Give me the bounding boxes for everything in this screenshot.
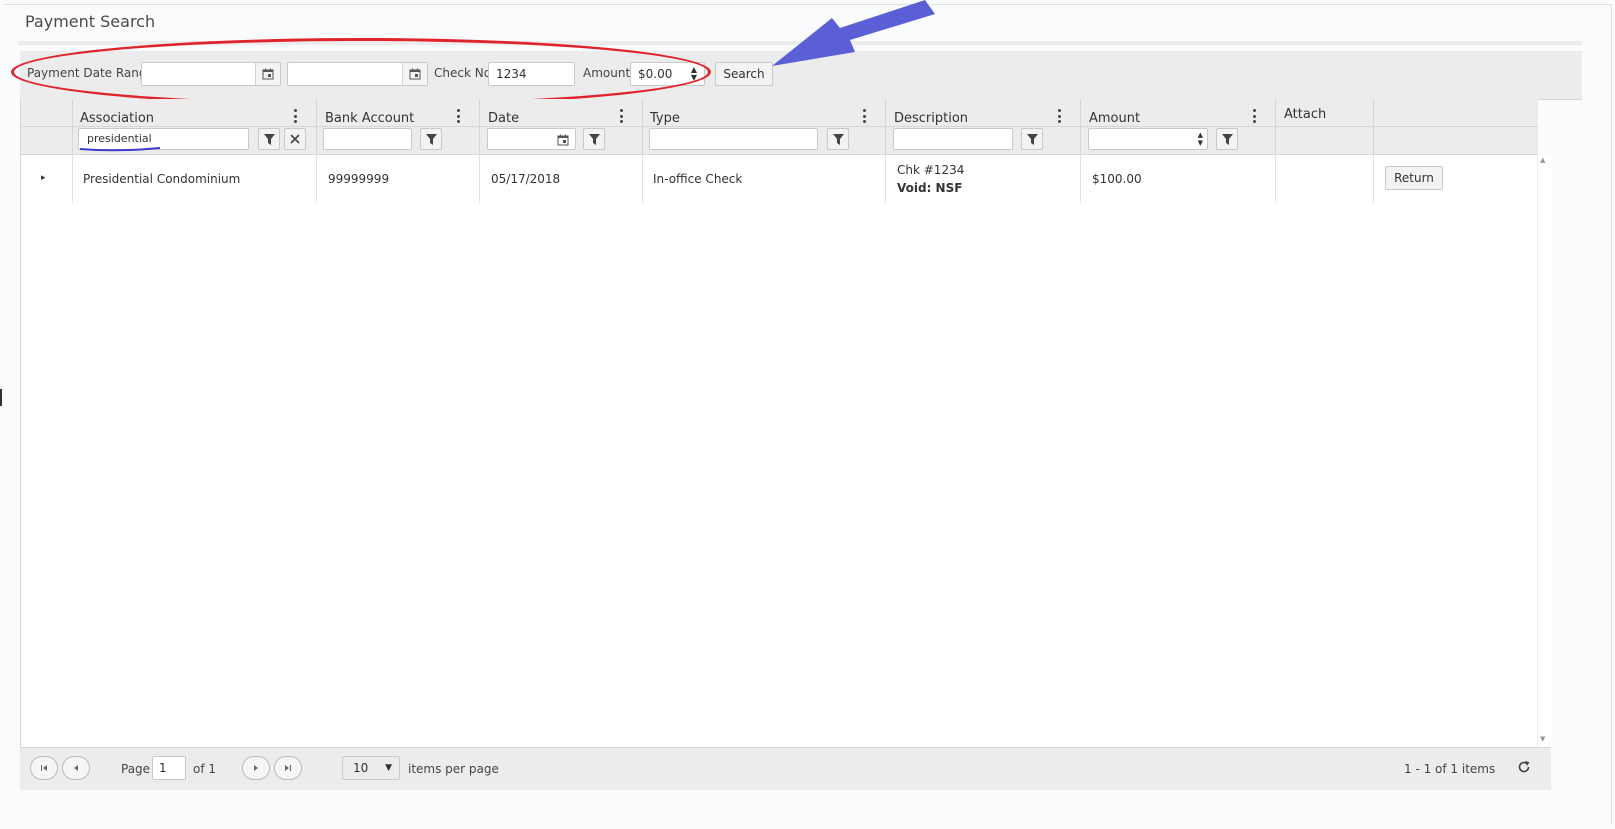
expand-row-icon[interactable]: ▸ [41,173,46,183]
association-filter-value: presidential [87,132,152,145]
column-divider [885,154,886,203]
next-page-icon[interactable] [242,756,270,780]
column-divider [1080,154,1081,203]
pager-summary: 1 - 1 of 1 items [1404,762,1496,776]
edge-marker [0,389,2,406]
page-size-select[interactable]: 10 ▼ [342,756,400,780]
date-from-input[interactable] [141,62,281,86]
description-filter-input[interactable] [893,128,1013,150]
type-filter-input[interactable] [649,128,818,150]
amount-filter-input[interactable]: ▲ ▼ [1088,128,1208,150]
refresh-icon[interactable] [1516,759,1532,778]
column-menu-icon[interactable] [290,108,300,124]
description-cell-line2: Void: NSF [897,181,963,195]
column-divider [479,154,480,203]
clear-filter-icon[interactable] [284,128,306,150]
calendar-icon[interactable] [255,63,280,85]
first-page-icon[interactable] [30,756,58,780]
amount-value: $0.00 [638,67,673,81]
amount-label: Amount [583,66,631,80]
check-no-value: 1234 [496,67,527,81]
date-range-label: Payment Date Range [27,66,154,80]
date-cell: 05/17/2018 [491,172,561,186]
column-divider [72,154,73,203]
filter-icon[interactable] [258,128,280,150]
date-filter-input[interactable] [487,128,576,150]
type-cell: In-office Check [653,172,743,186]
column-menu-icon[interactable] [1054,108,1064,124]
previous-page-icon[interactable] [62,756,90,780]
column-header-attach[interactable]: Attach [1284,107,1326,122]
page-of-label: of 1 [193,762,217,776]
payments-grid: Association presidential Bank Account Da… [20,99,1538,747]
spinner-arrows-icon[interactable]: ▲ ▼ [1198,131,1203,147]
column-header-association[interactable]: Association [80,111,154,126]
column-header-type[interactable]: Type [650,111,680,126]
filter-icon[interactable] [827,128,849,150]
items-per-page-label: items per page [408,762,499,776]
filter-icon[interactable] [1216,128,1238,150]
grid-pager: Page 1 of 1 10 ▼ items per page 1 - 1 of… [20,747,1551,790]
filter-icon[interactable] [583,128,605,150]
page-number-input[interactable]: 1 [152,756,186,780]
spinner-arrows-icon[interactable]: ▲ ▼ [684,63,704,85]
check-no-input[interactable]: 1234 [488,62,575,86]
page-number-value: 1 [159,761,167,775]
association-cell: Presidential Condominium [83,172,241,186]
page-label: Page [121,762,151,776]
column-divider [1275,154,1276,203]
return-button[interactable]: Return [1385,166,1443,190]
column-header-bank-account[interactable]: Bank Account [325,111,414,126]
filter-icon[interactable] [1021,128,1043,150]
filter-icon[interactable] [420,128,442,150]
grid-header: Association presidential Bank Account Da… [21,99,1538,155]
scroll-up-icon[interactable]: ▲ [1540,156,1545,164]
column-menu-icon[interactable] [859,108,869,124]
column-menu-icon[interactable] [453,108,463,124]
column-header-date[interactable]: Date [488,111,519,126]
page-size-value: 10 [353,761,369,775]
date-to-input[interactable] [287,62,428,86]
column-header-amount[interactable]: Amount [1089,111,1140,126]
column-menu-icon[interactable] [616,108,626,124]
column-menu-icon[interactable] [1249,108,1259,124]
check-no-label: Check No [434,66,492,80]
bank-account-filter-input[interactable] [323,128,412,150]
amount-input[interactable]: $0.00 ▲ ▼ [630,62,705,86]
amount-cell: $100.00 [1092,172,1142,186]
page-title: Payment Search [25,12,156,31]
scroll-down-icon[interactable]: ▼ [1540,735,1545,743]
column-divider [316,154,317,203]
header-row-divider [21,126,1538,127]
bank-account-cell: 99999999 [328,172,390,186]
annotation-arrow [772,0,935,66]
column-header-description[interactable]: Description [894,111,968,126]
annotation-underline [79,147,161,152]
last-page-icon[interactable] [274,756,302,780]
description-cell-line1: Chk #1234 [897,163,965,177]
calendar-icon[interactable] [557,133,569,153]
chevron-down-icon: ▼ [385,763,392,773]
column-divider [642,154,643,203]
calendar-icon[interactable] [402,63,427,85]
vertical-scrollbar[interactable]: ▲ ▼ [1537,154,1552,747]
column-divider [1373,154,1374,203]
